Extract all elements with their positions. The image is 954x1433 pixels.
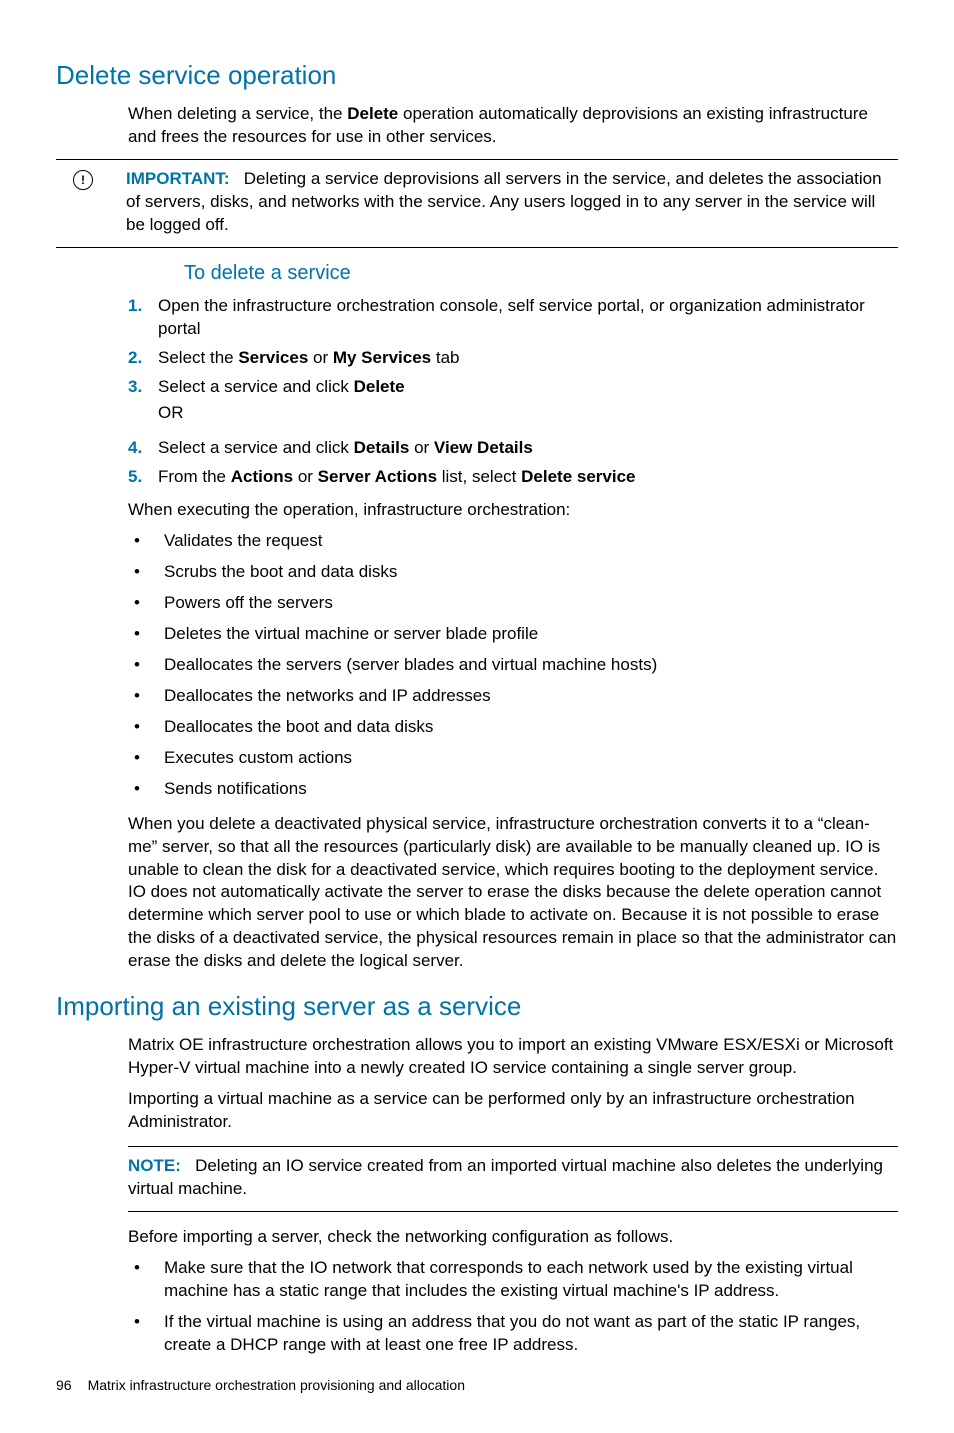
steps-list: 1. Open the infrastructure orchestration… xyxy=(128,295,898,490)
page-footer: 96 Matrix infrastructure orchestration p… xyxy=(56,1377,898,1393)
text: Deleting an IO service created from an i… xyxy=(128,1156,883,1198)
clean-me-paragraph: When you delete a deactivated physical s… xyxy=(128,813,898,974)
bold-services: Services xyxy=(238,348,308,367)
footer-title: Matrix infrastructure orchestration prov… xyxy=(88,1377,465,1393)
text: list, select xyxy=(437,467,521,486)
list-item: If the virtual machine is using an addre… xyxy=(128,1311,898,1357)
list-item: Make sure that the IO network that corre… xyxy=(128,1257,898,1303)
page: Delete service operation When deleting a… xyxy=(0,0,954,1433)
step-text: Open the infrastructure orchestration co… xyxy=(158,295,898,341)
before-paragraph: Before importing a server, check the net… xyxy=(128,1226,898,1249)
note-callout: NOTE: Deleting an IO service created fro… xyxy=(128,1146,898,1212)
list-item: Deallocates the servers (server blades a… xyxy=(128,654,898,677)
text: When deleting a service, the xyxy=(128,104,347,123)
note-label: NOTE: xyxy=(128,1156,181,1175)
text: tab xyxy=(431,348,459,367)
important-icon: ! xyxy=(73,170,93,190)
text: Sends notifications xyxy=(164,778,898,801)
text: Scrubs the boot and data disks xyxy=(164,561,898,584)
exec-paragraph: When executing the operation, infrastruc… xyxy=(128,499,898,522)
list-item: Executes custom actions xyxy=(128,747,898,770)
import-paragraph-1: Matrix OE infrastructure orchestration a… xyxy=(128,1034,898,1080)
text: or xyxy=(293,467,318,486)
text: Make sure that the IO network that corre… xyxy=(164,1257,898,1303)
list-item: Deallocates the networks and IP addresse… xyxy=(128,685,898,708)
bold-server-actions: Server Actions xyxy=(318,467,437,486)
section-heading-delete-service: Delete service operation xyxy=(56,60,898,91)
text: Validates the request xyxy=(164,530,898,553)
text: Select a service and click xyxy=(158,438,354,457)
procedure-heading: To delete a service xyxy=(184,262,898,285)
bold-actions: Actions xyxy=(231,467,293,486)
text: Deallocates the networks and IP addresse… xyxy=(164,685,898,708)
step-5: 5. From the Actions or Server Actions li… xyxy=(128,466,898,489)
intro-paragraph: When deleting a service, the Delete oper… xyxy=(128,103,898,149)
bold-delete: Delete xyxy=(347,104,398,123)
text: Deleting a service deprovisions all serv… xyxy=(126,169,882,234)
bold-view-details: View Details xyxy=(434,438,533,457)
step-4: 4. Select a service and click Details or… xyxy=(128,437,898,460)
step-2: 2. Select the Services or My Services ta… xyxy=(128,347,898,370)
or-text: OR xyxy=(158,402,898,425)
list-item: Powers off the servers xyxy=(128,592,898,615)
bold-details: Details xyxy=(354,438,410,457)
network-bullets: Make sure that the IO network that corre… xyxy=(128,1257,898,1357)
exec-bullets: Validates the request Scrubs the boot an… xyxy=(128,530,898,800)
text: From the xyxy=(158,467,231,486)
text: Deallocates the boot and data disks xyxy=(164,716,898,739)
list-item: Deallocates the boot and data disks xyxy=(128,716,898,739)
step-3: 3. Select a service and click Delete OR xyxy=(128,376,898,432)
text: Executes custom actions xyxy=(164,747,898,770)
important-label: IMPORTANT: xyxy=(126,169,230,188)
important-text: IMPORTANT: Deleting a service deprovisio… xyxy=(126,168,898,237)
bold-delete-service: Delete service xyxy=(521,467,635,486)
page-number: 96 xyxy=(56,1377,72,1393)
text: Select the xyxy=(158,348,238,367)
list-item: Scrubs the boot and data disks xyxy=(128,561,898,584)
list-item: Sends notifications xyxy=(128,778,898,801)
step-1: 1. Open the infrastructure orchestration… xyxy=(128,295,898,341)
important-callout: ! IMPORTANT: Deleting a service deprovis… xyxy=(56,159,898,248)
list-item: Deletes the virtual machine or server bl… xyxy=(128,623,898,646)
text: or xyxy=(308,348,333,367)
section-heading-importing: Importing an existing server as a servic… xyxy=(56,991,898,1022)
list-item: Validates the request xyxy=(128,530,898,553)
callout-icon-col: ! xyxy=(56,168,110,190)
text: Select a service and click xyxy=(158,377,354,396)
import-paragraph-2: Importing a virtual machine as a service… xyxy=(128,1088,898,1134)
text: Deletes the virtual machine or server bl… xyxy=(164,623,898,646)
text: or xyxy=(409,438,434,457)
bold-my-services: My Services xyxy=(333,348,431,367)
text: If the virtual machine is using an addre… xyxy=(164,1311,898,1357)
text: Powers off the servers xyxy=(164,592,898,615)
text: Deallocates the servers (server blades a… xyxy=(164,654,898,677)
bold-delete: Delete xyxy=(354,377,405,396)
